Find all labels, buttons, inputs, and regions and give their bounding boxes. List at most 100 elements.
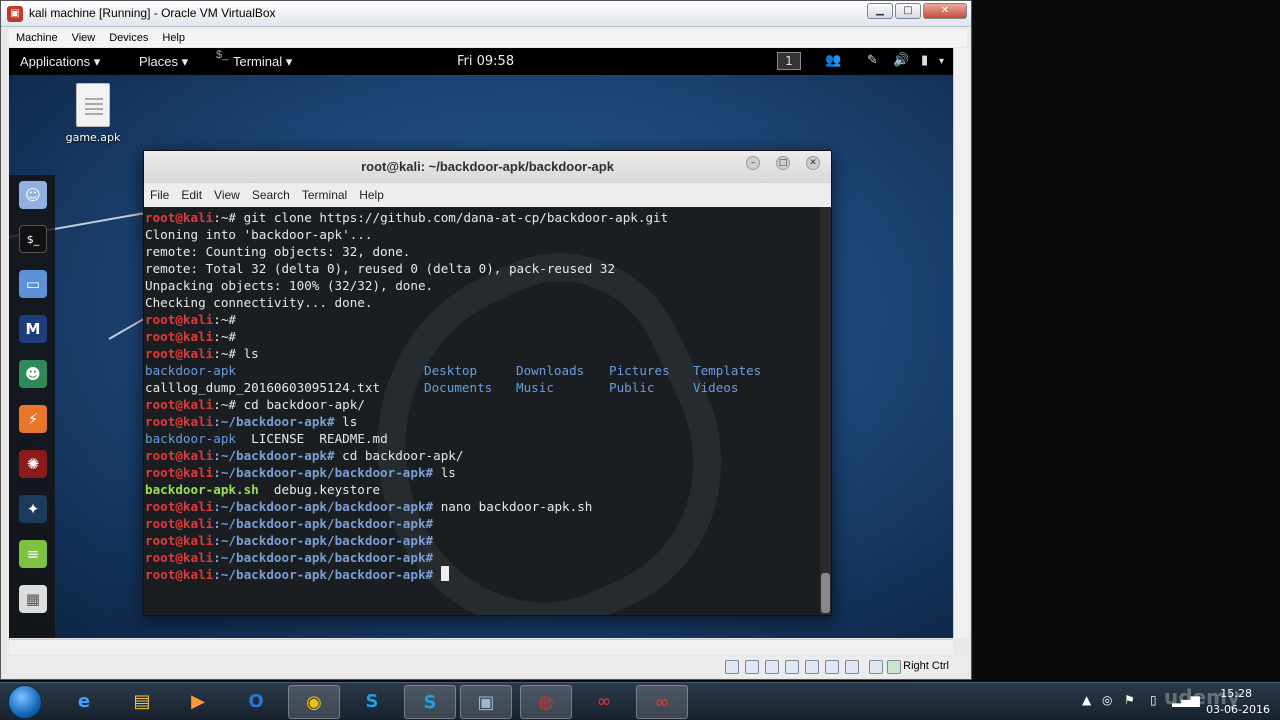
terminal-menu-edit[interactable]: Edit: [175, 188, 208, 202]
taskbar-outlook-icon[interactable]: O: [230, 685, 282, 719]
start-button[interactable]: [8, 685, 42, 719]
vbox-horizontal-scrollbar[interactable]: [9, 639, 953, 655]
taskbar-file-explorer-icon[interactable]: ▤: [116, 685, 168, 719]
terminal-line: root@kali:~#: [145, 312, 244, 327]
terminal-menu-file[interactable]: File: [144, 188, 175, 202]
terminal-line: Cloning into 'backdoor-apk'...: [145, 227, 373, 242]
taskbar-skype-2-icon[interactable]: S: [404, 685, 456, 719]
vbox-vertical-scrollbar[interactable]: [953, 48, 969, 638]
screen: ▣ kali machine [Running] - Oracle VM Vir…: [0, 0, 1280, 720]
places-menu[interactable]: Places ▾: [139, 54, 188, 70]
terminal-minimize-button[interactable]: –: [746, 156, 760, 170]
host-key-label: Right Ctrl: [903, 660, 949, 672]
shared-folders-icon[interactable]: [805, 660, 819, 674]
terminal-line: root@kali:~#: [145, 329, 244, 344]
system-menu-chevron-icon[interactable]: ▾: [939, 56, 944, 67]
dock-maltego-icon[interactable]: ✺: [19, 450, 47, 478]
taskbar-clock-time[interactable]: 15:28: [1220, 687, 1252, 700]
dock-beef-icon[interactable]: ✦: [19, 495, 47, 523]
dock-burpsuite-icon[interactable]: ⚡: [19, 405, 47, 433]
windows-taskbar: e ▤ ▶ O ◉ S S ▣ ◍ ∞ ∞ ▲ ◎ ⚑ ▯ ▂▄▆ udemy …: [0, 682, 1280, 720]
menu-machine[interactable]: Machine: [9, 32, 65, 44]
dock-terminal-icon[interactable]: $_: [19, 225, 47, 253]
pen-icon[interactable]: ✎: [867, 53, 878, 68]
dock-apps-grid-icon[interactable]: ▦: [19, 585, 47, 613]
terminal-output[interactable]: root@kali:~# git clone https://github.co…: [144, 207, 820, 615]
workspace-indicator[interactable]: 1: [777, 52, 801, 70]
dock-armitage-icon[interactable]: ☻: [19, 360, 47, 388]
vbox-titlebar[interactable]: ▣ kali machine [Running] - Oracle VM Vir…: [1, 1, 971, 27]
tray-flag-icon[interactable]: ⚑: [1124, 693, 1135, 707]
terminal-titlebar[interactable]: root@kali: ~/backdoor-apk/backdoor-apk –…: [144, 151, 831, 183]
terminal-line: root@kali:~/backdoor-apk# cd backdoor-ap…: [145, 448, 464, 463]
usb-icon[interactable]: [785, 660, 799, 674]
terminal-line: calllog_dump_20160603095124.txt Documents…: [145, 380, 739, 395]
network-icon[interactable]: [765, 660, 779, 674]
users-icon[interactable]: 👥: [825, 53, 841, 68]
taskbar-app-red-2-icon[interactable]: ∞: [636, 685, 688, 719]
gnome-clock[interactable]: Fri 09:58: [457, 54, 514, 69]
tray-network-icon[interactable]: ◎: [1102, 693, 1112, 707]
dock-files-icon[interactable]: ▭: [19, 270, 47, 298]
terminal-menu-view[interactable]: View: [208, 188, 246, 202]
terminal-app-icon: $_: [216, 49, 229, 61]
terminal-line: backdoor-apk LICENSE README.md: [145, 431, 388, 446]
terminal-line: root@kali:~# cd backdoor-apk/: [145, 397, 365, 412]
terminal-scrollbar-thumb[interactable]: [821, 573, 830, 613]
volume-icon[interactable]: 🔊: [893, 53, 909, 68]
taskbar-app-red-icon[interactable]: ∞: [578, 685, 630, 719]
vbox-window-title: kali machine [Running] - Oracle VM Virtu…: [29, 6, 276, 20]
taskbar-virtualbox-icon[interactable]: ▣: [460, 685, 512, 719]
mouse-integration-icon[interactable]: [869, 660, 883, 674]
terminal-line: remote: Total 32 (delta 0), reused 0 (de…: [145, 261, 616, 276]
vbox-statusbar: Right Ctrl: [9, 657, 967, 677]
taskbar-internet-explorer-icon[interactable]: e: [58, 685, 110, 719]
menu-help[interactable]: Help: [155, 32, 192, 44]
taskbar-recorder-icon[interactable]: ◍: [520, 685, 572, 719]
close-button[interactable]: ✕: [923, 3, 967, 19]
terminal-menu-search[interactable]: Search: [246, 188, 296, 202]
terminal-line: root@kali:~/backdoor-apk/backdoor-apk#: [145, 516, 441, 531]
dock-notes-icon[interactable]: ≡: [19, 540, 47, 568]
taskbar-clock-date[interactable]: 03-06-2016: [1206, 703, 1270, 716]
taskbar-chrome-icon[interactable]: ◉: [288, 685, 340, 719]
optical-drive-icon[interactable]: [745, 660, 759, 674]
terminal-line: Checking connectivity... done.: [145, 295, 373, 310]
file-icon: [76, 83, 110, 127]
host-key-icon: [887, 660, 901, 674]
desktop-file-label: game.apk: [65, 131, 121, 144]
terminal-menu-terminal[interactable]: Terminal: [296, 188, 353, 202]
menu-view[interactable]: View: [65, 32, 103, 44]
terminal-line: root@kali:~/backdoor-apk/backdoor-apk# n…: [145, 499, 593, 514]
video-capture-icon[interactable]: [845, 660, 859, 674]
maximize-button[interactable]: □: [895, 3, 921, 19]
terminal-maximize-button[interactable]: □: [776, 156, 790, 170]
tray-expand-icon[interactable]: ▲: [1082, 693, 1091, 707]
terminal-scrollbar[interactable]: [820, 207, 831, 615]
terminal-menubar: File Edit View Search Terminal Help: [144, 183, 831, 207]
menu-devices[interactable]: Devices: [102, 32, 155, 44]
terminal-line: root@kali:~/backdoor-apk/backdoor-apk#: [145, 550, 441, 565]
terminal-line: root@kali:~# ls: [145, 346, 259, 361]
virtualbox-window: ▣ kali machine [Running] - Oracle VM Vir…: [0, 0, 972, 680]
minimize-button[interactable]: ▁: [867, 3, 893, 19]
dock-browser-icon[interactable]: ☺: [19, 181, 47, 209]
terminal-line: root@kali:~# git clone https://github.co…: [145, 210, 669, 225]
terminal-menu-help[interactable]: Help: [353, 188, 390, 202]
terminal-close-button[interactable]: ✕: [806, 156, 820, 170]
tray-battery-icon[interactable]: ▯: [1150, 693, 1157, 707]
terminal-app-menu[interactable]: Terminal ▾: [233, 54, 292, 70]
terminal-line: root@kali:~/backdoor-apk/backdoor-apk#: [145, 533, 441, 548]
terminal-line: backdoor-apk Desktop Downloads Pictures Temp…: [145, 363, 762, 378]
terminal-prompt-line[interactable]: root@kali:~/backdoor-apk/backdoor-apk#: [145, 566, 820, 583]
taskbar-skype-icon[interactable]: S: [346, 685, 398, 719]
terminal-line: remote: Counting objects: 32, done.: [145, 244, 411, 259]
guest-display[interactable]: Applications ▾ Places ▾ $_ Terminal ▾ Fr…: [9, 48, 953, 638]
hard-disk-icon[interactable]: [725, 660, 739, 674]
battery-icon[interactable]: ▮: [921, 53, 928, 68]
desktop-file-game-apk[interactable]: game.apk: [61, 83, 125, 144]
taskbar-media-player-icon[interactable]: ▶: [172, 685, 224, 719]
display-icon[interactable]: [825, 660, 839, 674]
dock-metasploit-icon[interactable]: M: [19, 315, 47, 343]
applications-menu[interactable]: Applications ▾: [20, 54, 100, 70]
